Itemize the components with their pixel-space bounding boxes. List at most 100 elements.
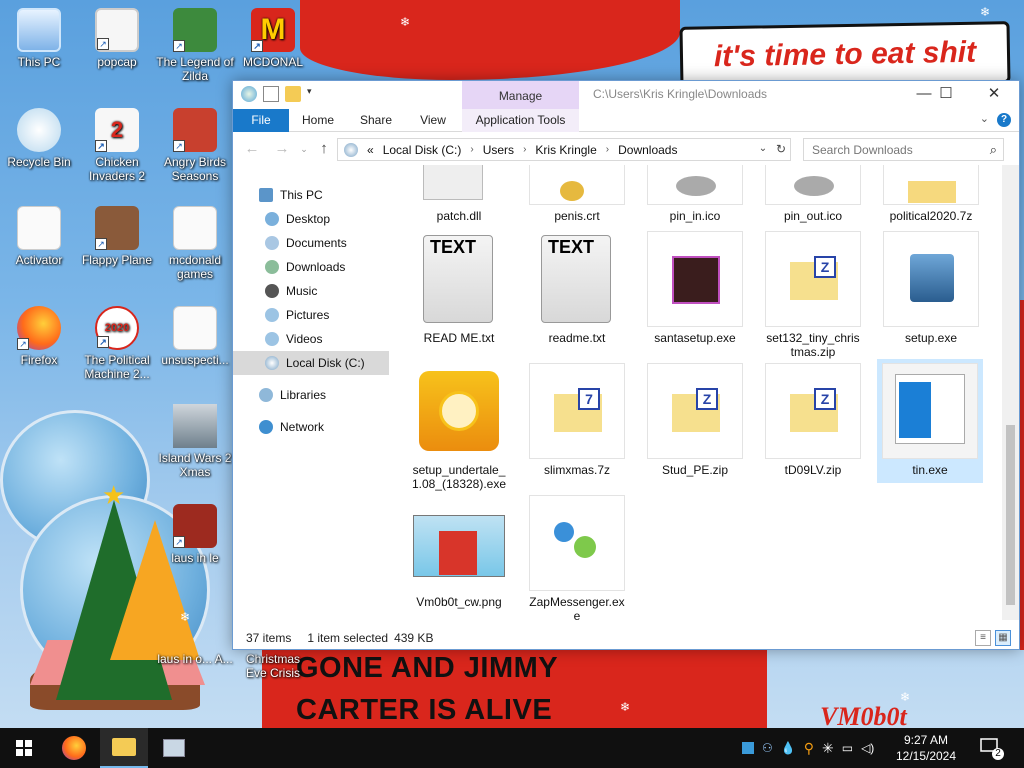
breadcrumb-local-disk[interactable]: Local Disk (C:) — [383, 143, 462, 157]
file-explorer-window[interactable]: ▾ Manage C:\Users\Kris Kringle\Downloads… — [232, 80, 1020, 650]
nav-desktop[interactable]: Desktop — [233, 207, 389, 231]
start-button[interactable] — [0, 728, 48, 768]
snowflake: ❄ — [180, 610, 191, 624]
breadcrumb-downloads[interactable]: Downloads — [618, 143, 677, 157]
file-item[interactable]: Z set132_tiny_christmas.zip — [765, 231, 861, 359]
ribbon-expand-chevron-icon[interactable]: ⌄ — [980, 112, 989, 125]
address-bar[interactable]: « Local Disk (C:) › Users › Kris Kringle… — [337, 138, 791, 161]
breadcrumb-separator-icon[interactable]: › — [606, 144, 609, 155]
file-item[interactable]: patch.dll — [411, 165, 507, 223]
file-item[interactable]: TEXT readme.txt — [529, 231, 625, 345]
up-button[interactable]: ↑ — [315, 139, 333, 159]
maximize-button[interactable]: ☐ — [923, 81, 969, 107]
desktop-icon-label: This PC — [17, 55, 61, 69]
file-item[interactable]: penis.crt — [529, 165, 625, 223]
tab-view[interactable]: View — [411, 109, 455, 132]
customize-qat-icon[interactable]: ▾ — [307, 86, 317, 102]
taskbar-firefox[interactable] — [50, 728, 98, 768]
speaker-icon[interactable]: ◁) — [861, 741, 874, 755]
file-item[interactable]: Z Stud_PE.zip — [647, 363, 743, 477]
refresh-icon[interactable]: ↻ — [773, 139, 789, 159]
desktop-icon-flappy-plane[interactable]: ↗ Flappy Plane — [78, 206, 156, 267]
breadcrumb-separator-icon[interactable]: › — [470, 144, 473, 155]
nav-videos[interactable]: Videos — [233, 327, 389, 351]
manage-contextual-tab[interactable]: Manage — [462, 81, 579, 109]
breadcrumb-separator-icon[interactable]: › — [523, 144, 526, 155]
desktop-icon-laus-in-le[interactable]: ↗ laus in le — [156, 504, 234, 565]
tab-file[interactable]: File — [233, 109, 289, 132]
desktop-icon-unsuspecting[interactable]: unsuspecti... — [156, 306, 234, 367]
forward-button[interactable]: → — [273, 139, 291, 159]
santa-setup-exe-icon — [647, 231, 743, 327]
desktop-icon-firefox[interactable]: ↗ Firefox — [0, 306, 78, 367]
display-icon[interactable]: ▭ — [842, 741, 853, 755]
desktop-icon-island-wars-2[interactable]: Island Wars 2 Xmas — [156, 404, 234, 479]
sparkle-icon[interactable]: ✳ — [822, 740, 834, 757]
address-dropdown-icon[interactable]: ⌄ — [755, 139, 771, 159]
file-item[interactable]: setup.exe — [883, 231, 979, 345]
scrollbar-thumb[interactable] — [1006, 425, 1015, 605]
file-item[interactable]: santasetup.exe — [647, 231, 743, 345]
nav-this-pc[interactable]: This PC — [233, 183, 389, 207]
desktop-icon-mcdonal[interactable]: M ↗ MCDONAL — [234, 8, 312, 69]
desktop-icon-angry-birds-seasons[interactable]: ↗ Angry Birds Seasons — [156, 108, 234, 183]
properties-icon[interactable] — [263, 86, 279, 102]
nav-downloads[interactable]: Downloads — [233, 255, 389, 279]
details-view-icon[interactable]: ≡ — [975, 630, 991, 646]
search-input[interactable]: Search Downloads ⌕ — [803, 138, 1004, 161]
tab-home[interactable]: Home — [295, 109, 341, 132]
blue-square-icon[interactable] — [742, 742, 754, 754]
address-overflow[interactable]: « — [367, 143, 374, 157]
network-people-icon[interactable]: ⚇ — [762, 741, 773, 755]
flappy-plane-icon: ↗ — [95, 206, 139, 250]
taskbar-file-explorer[interactable] — [100, 728, 148, 768]
desktop-icon-mcdonald-games[interactable]: mcdonald games — [156, 206, 234, 281]
breadcrumb-users[interactable]: Users — [483, 143, 514, 157]
magnifier-tray-icon[interactable]: ⚲ — [804, 740, 814, 757]
file-item[interactable]: pin_out.ico — [765, 165, 861, 223]
desktop-icon-christmas-eve-crisis[interactable]: Christmas Eve Crisis — [234, 652, 312, 680]
nav-label: This PC — [280, 188, 323, 202]
desktop-icon-recycle-bin[interactable]: Recycle Bin — [0, 108, 78, 169]
explorer-icon[interactable] — [241, 86, 257, 102]
file-item[interactable]: setup_undertale_1.08_(18328).exe — [411, 363, 507, 491]
nav-documents[interactable]: Documents — [233, 231, 389, 255]
title-bar[interactable]: ▾ Manage C:\Users\Kris Kringle\Downloads… — [233, 81, 1019, 109]
file-item[interactable]: ZapMessenger.exe — [529, 495, 625, 620]
desktop-icon-activator[interactable]: Activator — [0, 206, 78, 267]
desktop-icon-political-machine[interactable]: 2020 ↗ The Political Machine 2... — [78, 306, 156, 381]
nav-local-disk-c[interactable]: Local Disk (C:) — [233, 351, 389, 375]
droplet-icon[interactable]: 💧 — [781, 741, 796, 755]
desktop-icon-laus-in-o[interactable]: laus in o... A... — [156, 652, 234, 666]
desktop-icon-chicken-invaders-2[interactable]: 2 ↗ Chicken Invaders 2 — [78, 108, 156, 183]
file-item[interactable]: Z tD09LV.zip — [765, 363, 861, 477]
help-icon[interactable]: ? — [997, 113, 1011, 127]
recent-locations-button[interactable]: ⌄ — [295, 139, 313, 159]
file-item-selected[interactable]: tin.exe — [877, 359, 983, 483]
nav-network[interactable]: Network — [233, 415, 389, 439]
file-list[interactable]: patch.dll penis.crt pin_in.ico pin_out.i… — [411, 165, 1001, 620]
back-button[interactable]: ← — [243, 139, 261, 159]
clock[interactable]: 9:27 AM 12/15/2024 — [880, 732, 972, 764]
new-folder-icon[interactable] — [285, 86, 301, 102]
close-button[interactable]: ✕ — [971, 81, 1017, 107]
tab-application-tools[interactable]: Application Tools — [462, 109, 579, 132]
file-item[interactable]: Vm0b0t_cw.png — [411, 495, 507, 609]
desktop-icon-popcap[interactable]: ↗ popcap — [78, 8, 156, 69]
action-center-button[interactable]: 2 — [980, 736, 1004, 760]
breadcrumb-kris-kringle[interactable]: Kris Kringle — [535, 143, 596, 157]
file-item[interactable]: political2020.7z — [883, 165, 979, 223]
nav-music[interactable]: Music — [233, 279, 389, 303]
taskbar-app[interactable] — [150, 728, 198, 768]
desktop-icon-legend-of-zilda[interactable]: ↗ The Legend of Zilda — [156, 8, 234, 83]
nav-libraries[interactable]: Libraries — [233, 383, 389, 407]
vertical-scrollbar[interactable] — [1002, 165, 1019, 620]
file-item[interactable]: 7 slimxmas.7z — [529, 363, 625, 477]
nav-pictures[interactable]: Pictures — [233, 303, 389, 327]
file-item[interactable]: pin_in.ico — [647, 165, 743, 223]
file-item[interactable]: TEXT READ ME.txt — [411, 231, 507, 345]
ico-file-icon — [647, 165, 743, 205]
desktop-icon-this-pc[interactable]: This PC — [0, 8, 78, 69]
large-icons-view-icon[interactable]: ▦ — [995, 630, 1011, 646]
tab-share[interactable]: Share — [353, 109, 399, 132]
